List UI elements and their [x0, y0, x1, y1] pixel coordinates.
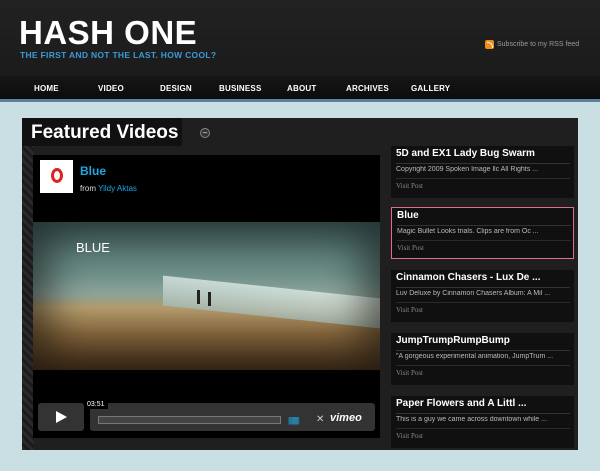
nav-design[interactable]: DESIGN [160, 84, 192, 93]
vimeo-logo[interactable]: vimeo [330, 412, 362, 424]
item-description: Copyright 2009 Spoken Image llc All Righ… [396, 166, 539, 173]
item-description: Magic Bullet Looks trials. Clips are fro… [397, 228, 539, 235]
author-avatar[interactable] [40, 160, 73, 193]
visit-post-link[interactable]: Visit Post [396, 432, 423, 440]
divider [396, 365, 570, 366]
video-list-item[interactable]: 5D and EX1 Lady Bug Swarm Copyright 2009… [391, 146, 574, 198]
seek-bar[interactable] [98, 416, 281, 424]
video-byline: from Yildy Aktas [80, 184, 137, 193]
video-list-item[interactable]: Cinnamon Chasers - Lux De ... Luv Deluxe… [391, 270, 574, 322]
byline-author-link[interactable]: Yildy Aktas [98, 184, 137, 193]
divider [396, 302, 570, 303]
site-tagline: THE FIRST AND NOT THE LAST. HOW COOL? [20, 50, 217, 60]
divider [396, 350, 570, 351]
item-title[interactable]: Cinnamon Chasers - Lux De ... [396, 272, 540, 283]
nav-about[interactable]: ABOUT [287, 84, 316, 93]
video-list-item-active[interactable]: Blue Magic Bullet Looks trials. Clips ar… [391, 207, 574, 259]
video-frame[interactable]: BLUE [33, 222, 380, 370]
item-title[interactable]: Blue [397, 210, 419, 221]
rss-label: Subscribe to my RSS feed [497, 41, 580, 48]
time-display: 03:51 [84, 400, 108, 409]
item-title[interactable]: JumpTrumpRumpBump [396, 335, 510, 346]
visit-post-link[interactable]: Visit Post [396, 306, 423, 314]
nav-archives[interactable]: ARCHIVES [346, 84, 389, 93]
avatar-logo-icon [51, 168, 63, 183]
item-description: Luv Deluxe by Cinnamon Chasers Album: A … [396, 290, 551, 297]
rss-icon [485, 40, 494, 49]
video-list-item[interactable]: Paper Flowers and A Littl ... This is a … [391, 396, 574, 448]
collapse-toggle-button[interactable]: – [200, 128, 210, 138]
nav-home[interactable]: HOME [34, 84, 59, 93]
frame-caption: BLUE [76, 240, 110, 255]
visit-post-link[interactable]: Visit Post [396, 369, 423, 377]
nav-business[interactable]: BUSINESS [219, 84, 262, 93]
item-title[interactable]: Paper Flowers and A Littl ... [396, 398, 526, 409]
divider [396, 413, 570, 414]
video-title[interactable]: Blue [80, 164, 106, 178]
divider [397, 240, 571, 241]
divider [396, 287, 570, 288]
video-list-item[interactable]: JumpTrumpRumpBump "A gorgeous experiment… [391, 333, 574, 385]
main-nav: HOME VIDEO DESIGN BUSINESS ABOUT ARCHIVE… [0, 76, 600, 102]
play-button[interactable] [38, 403, 84, 431]
visit-post-link[interactable]: Visit Post [396, 182, 423, 190]
divider [396, 428, 570, 429]
divider [397, 225, 571, 226]
item-title[interactable]: 5D and EX1 Lady Bug Swarm [396, 148, 535, 159]
divider [396, 178, 570, 179]
volume-control[interactable]: |||||||||| [288, 416, 300, 425]
featured-heading: Featured Videos [31, 122, 179, 143]
fullscreen-icon[interactable]: ✕ [316, 414, 324, 425]
item-description: "A gorgeous experimental animation, Jump… [396, 353, 554, 360]
site-logo[interactable]: HASH ONE [19, 14, 197, 52]
item-description: This is a guy we came across downtown wh… [396, 416, 547, 423]
rss-subscribe-link[interactable]: Subscribe to my RSS feed [485, 40, 579, 49]
divider [396, 163, 570, 164]
nav-video[interactable]: VIDEO [98, 84, 124, 93]
visit-post-link[interactable]: Visit Post [397, 244, 424, 252]
nav-gallery[interactable]: GALLERY [411, 84, 450, 93]
byline-prefix: from [80, 184, 96, 193]
